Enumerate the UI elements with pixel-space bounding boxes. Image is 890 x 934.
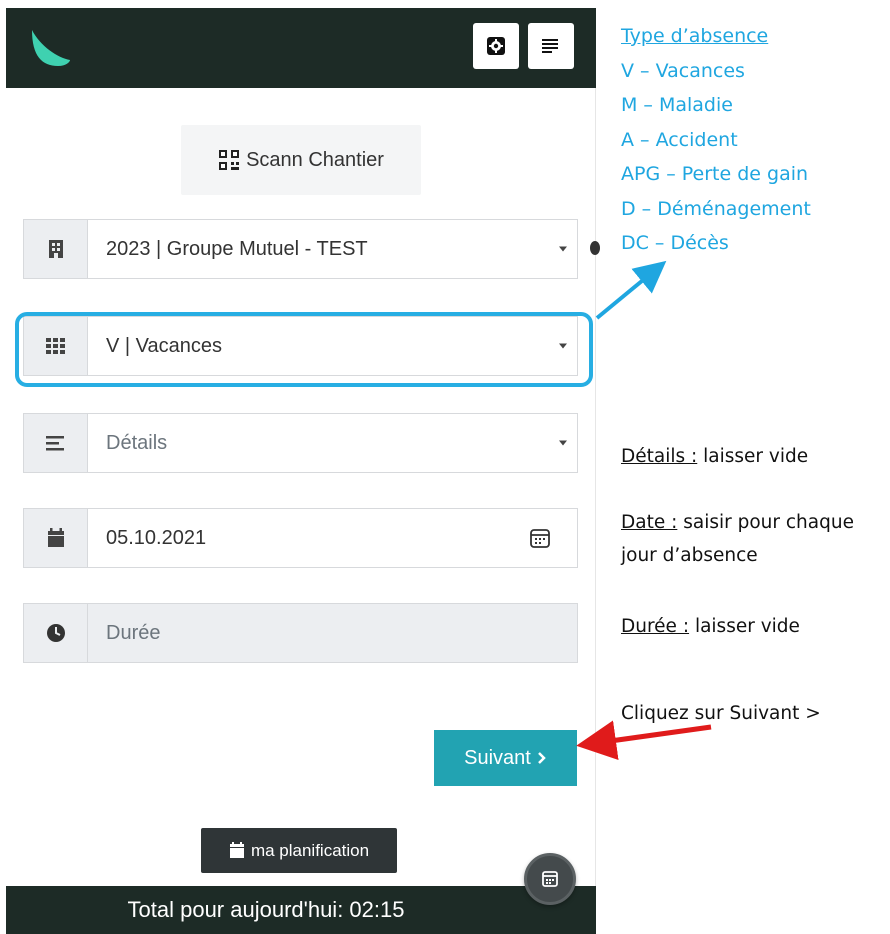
partial-dot (590, 241, 600, 255)
qr-code-icon (219, 150, 240, 170)
blue-arrow (595, 260, 667, 320)
building-icon (48, 240, 63, 258)
duration-placeholder: Durée (106, 621, 161, 644)
duration-addon (24, 604, 88, 662)
legend-item: D – Déménagement (621, 197, 811, 220)
note-duree-label: Durée : (621, 616, 690, 637)
gear-icon (487, 37, 505, 55)
note-suivant-text: Cliquez sur Suivant > (621, 703, 821, 724)
chevron-down-icon (559, 440, 567, 446)
menu-lines-icon (542, 39, 558, 53)
note-details: Détails : laisser vide (621, 440, 808, 473)
next-button-label: Suivant (464, 746, 531, 769)
calendar-icon (229, 842, 244, 858)
note-details-text: laisser vide (697, 446, 809, 467)
calendar-icon (47, 528, 64, 547)
align-lines-icon (45, 436, 64, 451)
bottom-bar: Total pour aujourd'hui: 02:15 (6, 886, 596, 934)
chevron-down-icon (559, 246, 567, 252)
calendar-icon (542, 871, 558, 887)
legend-item: APG – Perte de gain (621, 163, 809, 185)
legend-item: V – Vacances (621, 59, 745, 82)
settings-button[interactable] (473, 23, 519, 69)
project-addon (24, 220, 88, 278)
top-bar (6, 8, 596, 88)
details-addon (24, 414, 88, 472)
date-addon (24, 509, 88, 567)
project-value: 2023 | Groupe Mutuel - TEST (106, 237, 368, 260)
note-duree: Durée : laisser vide (621, 610, 800, 643)
date-picker-icon[interactable] (529, 527, 551, 549)
legend-item: A – Accident (621, 128, 738, 151)
planning-button[interactable]: ma planification (201, 828, 397, 873)
note-date: Date : saisir pour chaque jour d’absence (621, 506, 886, 572)
leaf-logo (32, 30, 70, 66)
note-suivant: Cliquez sur Suivant > (621, 697, 821, 730)
duration-input[interactable]: Durée (23, 603, 578, 663)
scann-chantier-label: Scann Chantier (246, 148, 384, 171)
scann-chantier-button[interactable]: Scann Chantier (181, 125, 421, 195)
note-details-label: Détails : (621, 446, 698, 467)
absence-type-highlight (15, 312, 593, 387)
date-input[interactable]: 05.10.2021 (23, 508, 578, 568)
mobile-app-panel: Scann Chantier 2023 | Groupe Mutuel - TE… (6, 8, 600, 934)
note-date-label: Date : (621, 512, 678, 533)
date-value: 05.10.2021 (106, 526, 207, 549)
absence-type-legend: Type d’absence V – Vacances M – Maladie … (621, 19, 811, 261)
calendar-fab-button[interactable] (524, 853, 576, 905)
note-duree-text: laisser vide (689, 616, 800, 637)
legend-title: Type d’absence (621, 25, 769, 47)
planning-button-label: ma planification (250, 840, 370, 860)
clock-icon (46, 624, 65, 642)
legend-item: M – Maladie (621, 94, 733, 116)
chevron-right-icon (537, 752, 546, 764)
next-button[interactable]: Suivant (434, 730, 577, 786)
menu-button[interactable] (528, 23, 574, 69)
project-select[interactable]: 2023 | Groupe Mutuel - TEST (23, 219, 578, 279)
daily-total: Total pour aujourd'hui: 02:15 (127, 897, 405, 922)
legend-item: DC – Décès (621, 232, 729, 254)
details-select[interactable]: Détails (23, 413, 578, 473)
details-placeholder: Détails (106, 431, 168, 454)
